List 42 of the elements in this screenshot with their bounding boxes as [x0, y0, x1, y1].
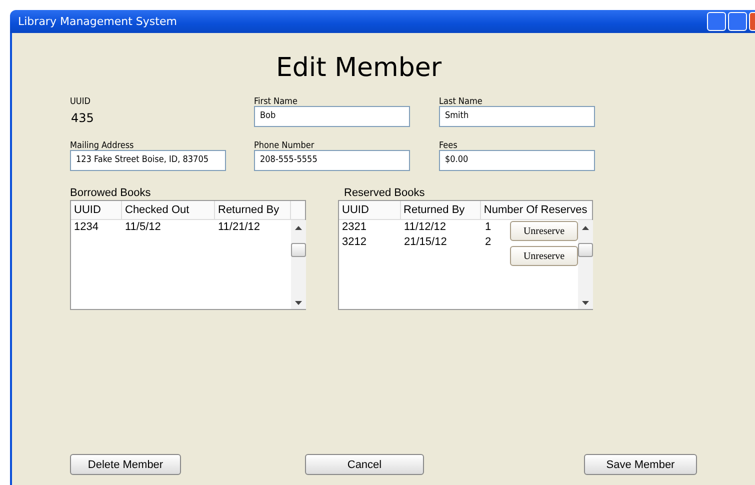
unreserve-button[interactable]: Unreserve: [510, 221, 578, 241]
table-cell-text: 11/12/12: [403, 220, 448, 235]
column-header[interactable]: Returned By: [215, 201, 291, 219]
page-heading: Edit Member: [276, 52, 443, 84]
scroll-thumb[interactable]: [578, 243, 593, 257]
table-title: Reserved Books: [344, 186, 426, 200]
field-label: Last Name: [439, 96, 484, 108]
window-title: Library Management System: [18, 15, 178, 28]
column-header[interactable]: UUID: [71, 201, 122, 219]
table-cell-text: 2: [484, 235, 492, 250]
action-button[interactable]: Save Member: [584, 454, 697, 475]
field-label: UUID: [70, 96, 92, 108]
table-cell-text: 1234: [73, 220, 100, 235]
field-value: 435: [70, 110, 95, 125]
field-label: Fees: [439, 140, 458, 152]
text-field[interactable]: Bob: [254, 106, 410, 127]
table-cell-text: 11/21/12: [217, 220, 262, 235]
column-header[interactable]: Checked Out: [122, 201, 215, 219]
field-label: First Name: [254, 96, 298, 108]
scroll-thumb[interactable]: [291, 243, 306, 257]
column-header[interactable]: Number Of Reserves: [480, 201, 592, 219]
column-header[interactable]: Returned By: [400, 201, 481, 219]
text-field[interactable]: Smith: [439, 106, 595, 127]
action-button[interactable]: Cancel: [305, 454, 424, 475]
column-header[interactable]: UUID: [339, 201, 401, 219]
field-label: Phone Number: [254, 140, 316, 152]
table-cell-text: 3212: [341, 235, 368, 250]
action-button[interactable]: Delete Member: [70, 454, 181, 475]
text-field[interactable]: $0.00: [439, 150, 595, 171]
scroll-up-icon[interactable]: [582, 226, 589, 230]
text-field[interactable]: 208-555-5555: [254, 150, 410, 171]
scroll-down-icon[interactable]: [295, 301, 302, 305]
unreserve-button[interactable]: Unreserve: [510, 246, 578, 266]
table-cell-text: 2321: [341, 220, 368, 235]
scroll-up-icon[interactable]: [295, 226, 302, 230]
scroll-down-icon[interactable]: [582, 301, 589, 305]
table-title: Borrowed Books: [70, 186, 152, 200]
table-cell-text: 1: [484, 220, 492, 235]
table-cell-text: 21/15/12: [403, 235, 448, 250]
table-cell-text: 11/5/12: [124, 220, 162, 235]
text-field[interactable]: 123 Fake Street Boise, ID, 83705: [70, 150, 226, 171]
field-label: Mailing Address: [70, 140, 135, 152]
